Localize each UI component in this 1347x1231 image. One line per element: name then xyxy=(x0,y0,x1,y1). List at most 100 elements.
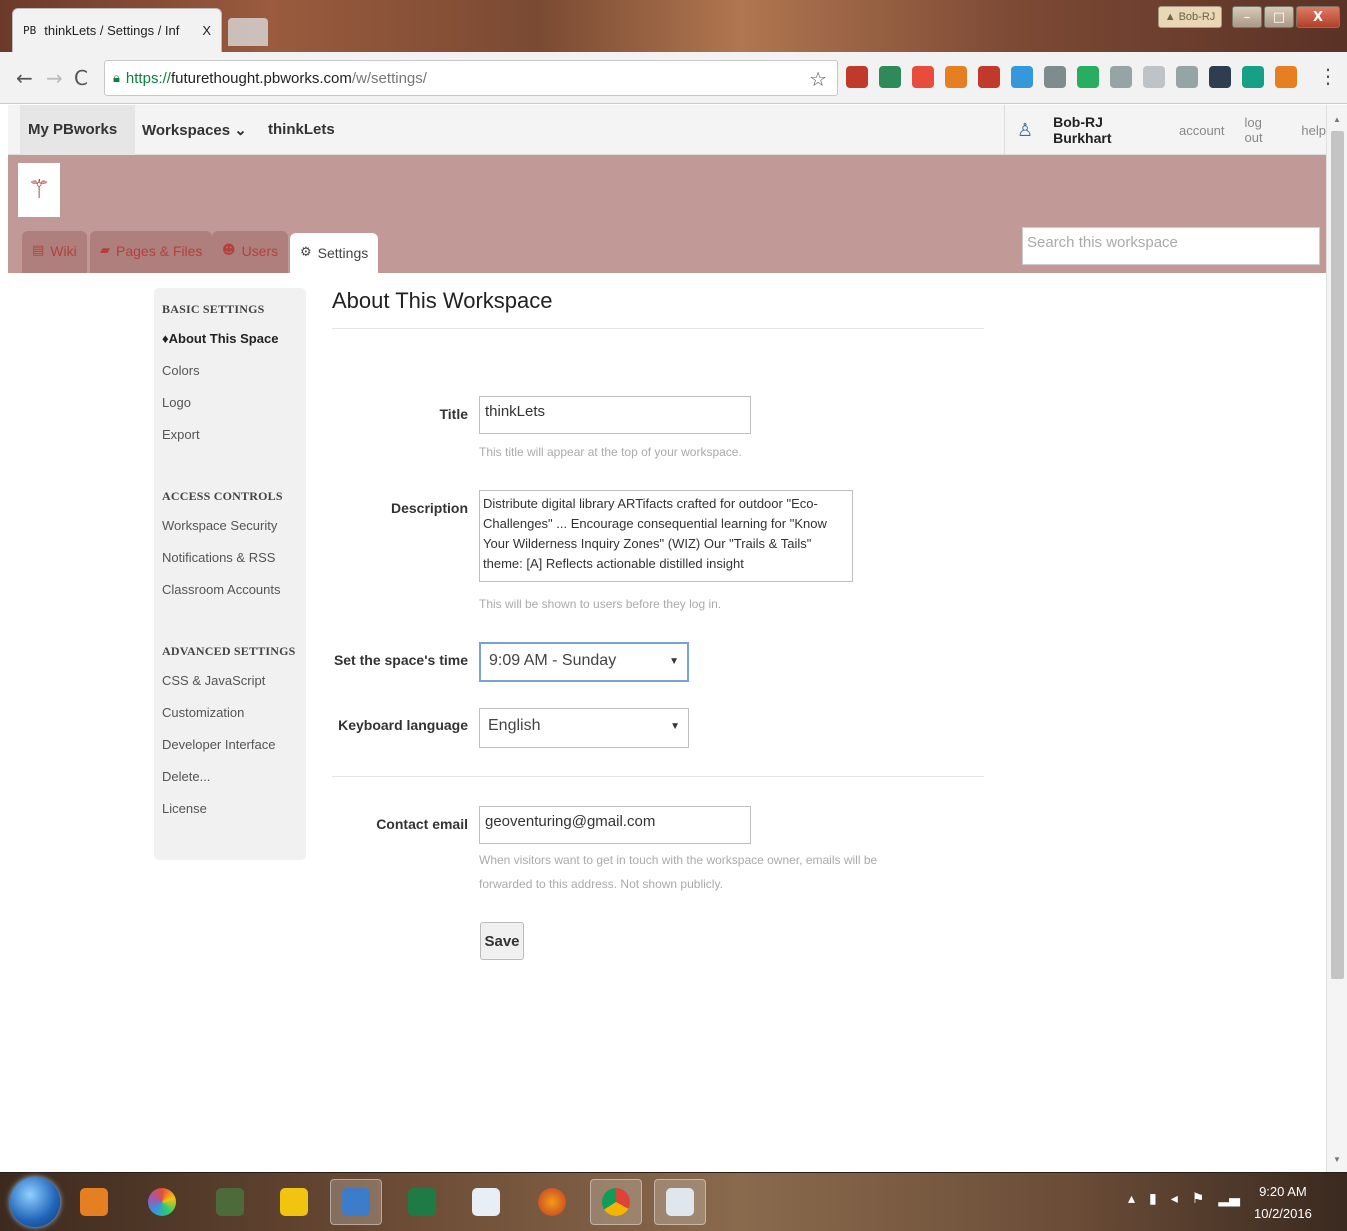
divider xyxy=(332,328,984,329)
network-icon[interactable]: ▂▄ xyxy=(1218,1191,1240,1207)
browser-menu-icon[interactable]: ⋮ xyxy=(1318,64,1338,88)
flag-icon[interactable]: ⚑ xyxy=(1192,1191,1205,1207)
extension-icon[interactable] xyxy=(1011,66,1033,88)
basic-settings-heading: BASIC SETTINGS xyxy=(162,302,265,316)
url-input[interactable]: 🔒︎ https:// futurethought.pbworks.com /w… xyxy=(104,60,838,96)
address-bar-row: ← → C 🔒︎ https:// futurethought.pbworks.… xyxy=(0,52,1347,104)
extension-icon[interactable] xyxy=(1044,66,1066,88)
extension-icon[interactable] xyxy=(846,66,868,88)
extension-icon[interactable] xyxy=(879,66,901,88)
extension-icon[interactable] xyxy=(1176,66,1198,88)
help-link[interactable]: help xyxy=(1301,123,1326,138)
forward-arrow-icon[interactable]: → xyxy=(46,66,63,90)
tab-users[interactable]: ☻ Users xyxy=(212,231,289,273)
tray-expand-icon[interactable]: ▴ xyxy=(1128,1191,1135,1207)
tab-pages-files[interactable]: ▰ Pages & Files xyxy=(90,231,213,273)
excel-icon[interactable] xyxy=(396,1179,448,1225)
email-field[interactable]: geoventuring@gmail.com xyxy=(479,806,751,844)
description-hint: This will be shown to users before they … xyxy=(479,597,722,611)
extension-icon[interactable] xyxy=(912,66,934,88)
media-player-icon[interactable] xyxy=(68,1179,120,1225)
user-icon: ☻ xyxy=(222,243,236,258)
chrome-icon[interactable] xyxy=(590,1179,642,1225)
scroll-down-icon[interactable]: ▼ xyxy=(1333,1155,1341,1164)
windows-taskbar: ▴ ▮ ◂ ⚑ ▂▄ 9:20 AM 10/2/2016 xyxy=(0,1172,1347,1231)
user-name[interactable]: Bob-RJ Burkhart xyxy=(1053,114,1159,146)
sidebar-item-notifications[interactable]: Notifications & RSS xyxy=(162,550,298,565)
battery-icon[interactable]: ▮ xyxy=(1149,1191,1157,1207)
back-arrow-icon[interactable]: ← xyxy=(16,66,33,90)
time-select-value: 9:09 AM - Sunday xyxy=(489,652,617,669)
clock-date: 10/2/2016 xyxy=(1254,1206,1312,1221)
extensions-toolbar xyxy=(846,66,1297,88)
maximize-button[interactable]: □ xyxy=(1264,6,1294,28)
settings-sidebar: BASIC SETTINGS ♦About This Space Colors … xyxy=(154,288,306,860)
my-pbworks-link[interactable]: My PBworks xyxy=(20,105,136,155)
extension-icon[interactable] xyxy=(1275,66,1297,88)
system-tray: ▴ ▮ ◂ ⚑ ▂▄ xyxy=(1128,1191,1240,1207)
language-select[interactable]: English ▼ xyxy=(479,708,689,748)
extension-icon[interactable] xyxy=(1242,66,1264,88)
picasa-icon[interactable] xyxy=(136,1179,188,1225)
time-select[interactable]: 9:09 AM - Sunday ▼ xyxy=(479,642,689,682)
profile-chip[interactable]: ▲ Bob-RJ xyxy=(1158,6,1222,28)
browser-title-bar: PB thinkLets / Settings / Inf X ▲ Bob-RJ… xyxy=(0,0,1347,52)
workspace-name-link[interactable]: thinkLets xyxy=(268,121,335,138)
reload-icon[interactable]: C xyxy=(74,66,88,90)
title-label: Title xyxy=(439,406,468,422)
workspaces-menu[interactable]: Workspaces ⌄ xyxy=(142,121,247,139)
url-path: /w/settings/ xyxy=(351,69,427,87)
extension-icon[interactable] xyxy=(1077,66,1099,88)
notepad-icon[interactable] xyxy=(654,1179,706,1225)
tab-close-icon[interactable]: X xyxy=(202,23,211,38)
extension-icon[interactable] xyxy=(1110,66,1132,88)
taskbar-clock[interactable]: 9:20 AM 10/2/2016 xyxy=(1254,1181,1312,1225)
close-window-button[interactable]: X xyxy=(1296,6,1340,28)
pbworks-top-bar: My PBworks Workspaces ⌄ thinkLets ♙ Bob-… xyxy=(8,105,1326,155)
logout-link[interactable]: log out xyxy=(1245,115,1282,145)
pbworks-favicon-icon: PB xyxy=(23,24,37,37)
tab-wiki[interactable]: ▤ Wiki xyxy=(22,231,87,273)
bookmark-star-icon[interactable]: ☆ xyxy=(809,67,827,91)
new-tab-button[interactable] xyxy=(228,18,268,46)
browser-tab[interactable]: PB thinkLets / Settings / Inf X xyxy=(12,8,222,52)
search-input[interactable]: Search this workspace xyxy=(1022,227,1320,265)
sidebar-item-developer[interactable]: Developer Interface xyxy=(162,737,298,752)
sidebar-item-customization[interactable]: Customization xyxy=(162,705,298,720)
description-textarea[interactable]: Distribute digital library ARTifacts cra… xyxy=(479,490,853,582)
page-scrollbar[interactable]: ▲ ▼ xyxy=(1326,105,1347,1173)
save-button[interactable]: Save xyxy=(480,922,524,960)
scroll-thumb[interactable] xyxy=(1331,131,1344,979)
sidebar-item-export[interactable]: Export xyxy=(162,427,298,442)
email-hint: When visitors want to get in touch with … xyxy=(479,853,878,891)
account-link[interactable]: account xyxy=(1179,123,1225,138)
dragonfly-logo[interactable]: ⚚ xyxy=(18,163,60,217)
file-explorer-icon[interactable] xyxy=(268,1179,320,1225)
sidebar-item-classroom-accounts[interactable]: Classroom Accounts xyxy=(162,582,298,597)
sidebar-item-css-js[interactable]: CSS & JavaScript xyxy=(162,673,298,688)
tab-settings[interactable]: ⚙ Settings xyxy=(290,233,379,273)
firefox-icon[interactable] xyxy=(526,1179,578,1225)
document-icon[interactable] xyxy=(460,1179,512,1225)
volume-icon[interactable]: ◂ xyxy=(1171,1191,1178,1207)
extension-icon[interactable] xyxy=(978,66,1000,88)
page-icon: ▤ xyxy=(32,243,45,258)
start-button[interactable] xyxy=(10,1177,60,1227)
sidebar-item-colors[interactable]: Colors xyxy=(162,363,298,378)
scroll-up-icon[interactable]: ▲ xyxy=(1333,115,1341,124)
control-panel-icon[interactable] xyxy=(330,1179,382,1225)
description-label: Description xyxy=(390,500,468,516)
sidebar-item-delete[interactable]: Delete... xyxy=(162,769,298,784)
device-icon[interactable] xyxy=(204,1179,256,1225)
sidebar-item-logo[interactable]: Logo xyxy=(162,395,298,410)
minimize-button[interactable]: – xyxy=(1232,6,1262,28)
title-field[interactable]: thinkLets xyxy=(479,396,751,434)
extension-icon[interactable] xyxy=(1143,66,1165,88)
sidebar-item-about[interactable]: ♦About This Space xyxy=(162,331,298,346)
sidebar-item-license[interactable]: License xyxy=(162,801,298,816)
extension-icon[interactable] xyxy=(945,66,967,88)
extension-icon[interactable] xyxy=(1209,66,1231,88)
profile-name: Bob-RJ xyxy=(1178,11,1216,23)
sidebar-item-workspace-security[interactable]: Workspace Security xyxy=(162,518,298,533)
tab-users-label: Users xyxy=(241,243,279,259)
